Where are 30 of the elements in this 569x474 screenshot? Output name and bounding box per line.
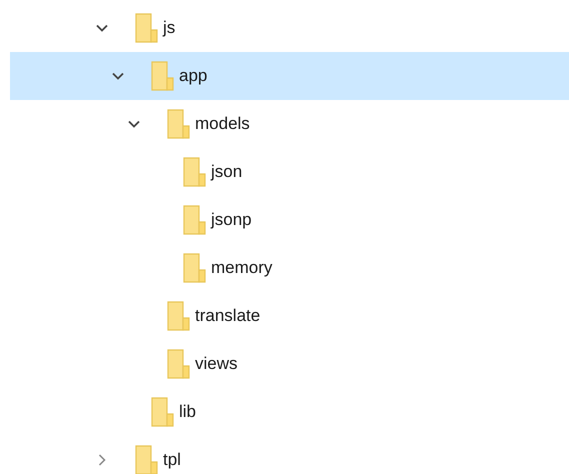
folder-name: memory <box>211 257 272 280</box>
folder-icon <box>183 253 207 283</box>
folder-icon <box>183 205 207 235</box>
folder-icon <box>135 445 159 474</box>
folder-name: models <box>195 113 250 136</box>
folder-name: jsonp <box>211 209 252 232</box>
tree-item[interactable]: json <box>10 148 569 196</box>
tree-item[interactable]: models <box>10 100 569 148</box>
tree-item[interactable]: js <box>10 4 569 52</box>
folder-icon <box>167 301 191 331</box>
tree-item[interactable]: memory <box>10 244 569 292</box>
folder-name: views <box>195 353 238 376</box>
folder-name: translate <box>195 305 260 328</box>
folder-name: js <box>163 17 176 40</box>
folder-icon <box>167 349 191 379</box>
tree-item[interactable]: tpl <box>10 436 569 474</box>
tree-item[interactable]: translate <box>10 292 569 340</box>
tree-item[interactable]: jsonp <box>10 196 569 244</box>
folder-icon <box>135 13 159 43</box>
folder-icon <box>183 157 207 187</box>
folder-name: app <box>179 65 208 88</box>
folder-icon <box>167 109 191 139</box>
tree-item[interactable]: lib <box>10 388 569 436</box>
folder-name: json <box>211 161 242 184</box>
tree-item[interactable]: app <box>10 52 569 100</box>
folder-name: lib <box>179 401 196 424</box>
folder-name: tpl <box>163 449 181 472</box>
folder-icon <box>151 397 175 427</box>
tree-item[interactable]: views <box>10 340 569 388</box>
folder-icon <box>151 61 175 91</box>
